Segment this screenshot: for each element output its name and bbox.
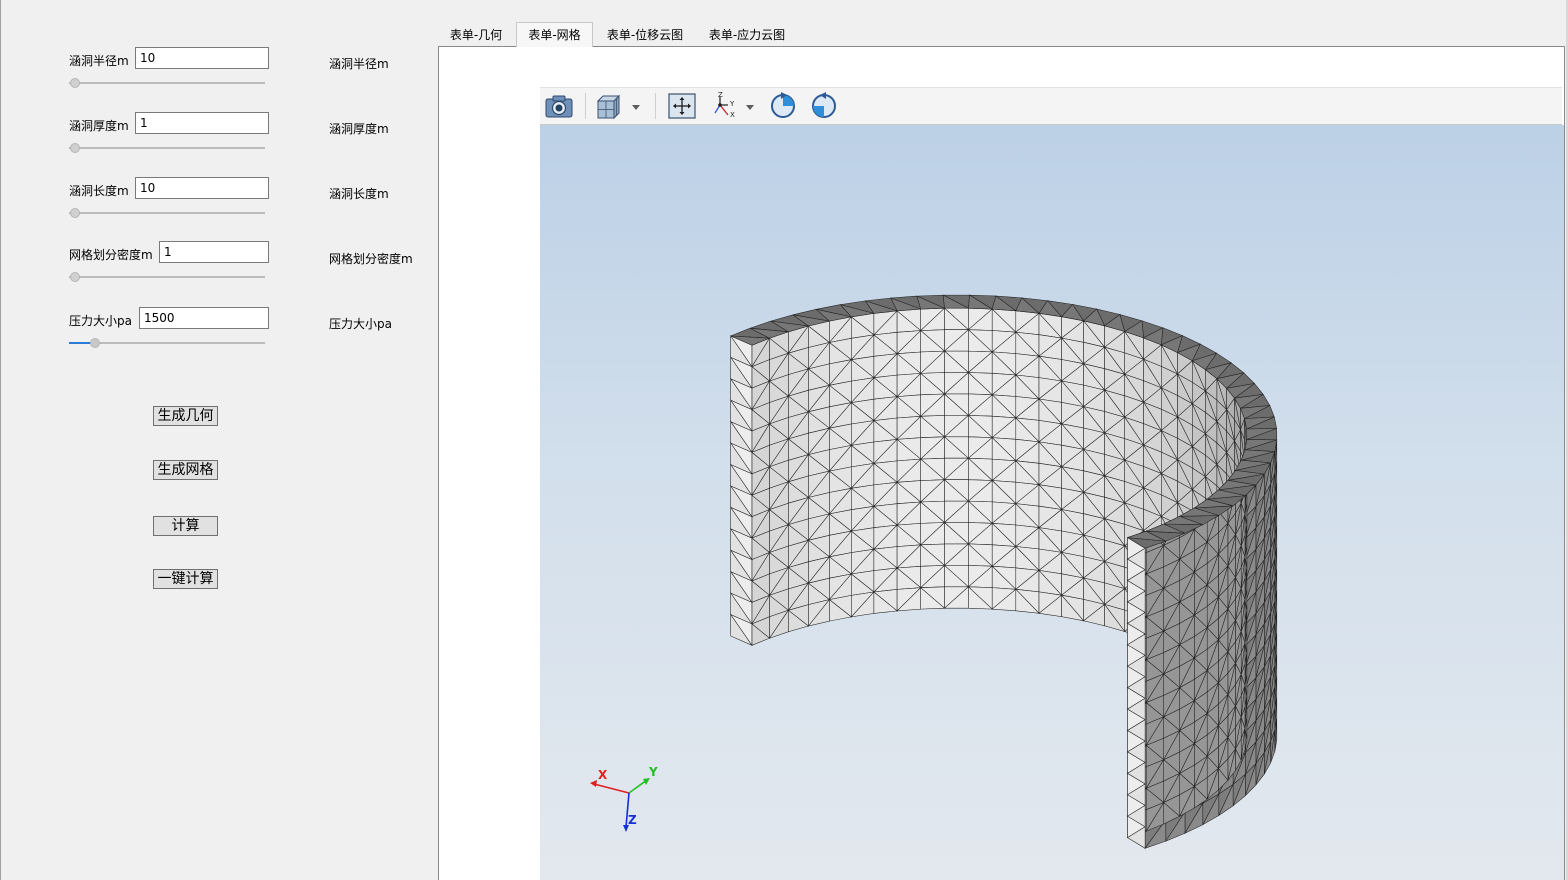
radius-side-label: 涵洞半径m (329, 57, 389, 71)
triad-x-arrow (590, 780, 597, 787)
toolbar-separator (655, 93, 656, 119)
length-side-label: 涵洞长度m (329, 187, 389, 201)
mesh-density-slider[interactable] (69, 271, 265, 283)
pressure-side-label: 压力大小pa (329, 317, 392, 331)
length-slider[interactable] (69, 207, 265, 219)
mesh-density-input[interactable] (159, 241, 269, 263)
tab-mesh[interactable]: 表单-网格 (516, 22, 593, 47)
length-label: 涵洞长度m (69, 184, 129, 198)
axes-triad: X Y Z (590, 765, 658, 832)
triad-x-axis (593, 783, 630, 794)
radius-input[interactable] (135, 47, 269, 69)
triad-z-label: Z (628, 813, 637, 827)
tab-stress[interactable]: 表单-应力云图 (697, 24, 797, 46)
slider-track (69, 147, 265, 149)
generate-geometry-button[interactable]: 生成几何 (153, 406, 218, 426)
axes-icon-x-label: X (730, 111, 735, 119)
slider-handle[interactable] (69, 78, 80, 88)
pressure-label: 压力大小pa (69, 314, 132, 328)
camera-icon[interactable] (543, 91, 575, 121)
pressure-slider[interactable] (69, 337, 265, 349)
thickness-side-label: 涵洞厚度m (329, 122, 389, 136)
radius-label: 涵洞半径m (69, 54, 129, 68)
rotate-clockwise-icon[interactable] (767, 91, 799, 121)
tab-displacement[interactable]: 表单-位移云图 (595, 24, 695, 46)
slider-track (69, 82, 265, 84)
mesh-density-side-label: 网格划分密度m (329, 252, 413, 266)
length-input[interactable] (135, 177, 269, 199)
pressure-input[interactable] (139, 307, 269, 329)
triad-x-label: X (598, 768, 608, 782)
thickness-input[interactable] (135, 112, 269, 134)
radius-slider[interactable] (69, 77, 265, 89)
thickness-label: 涵洞厚度m (69, 119, 129, 133)
slider-handle[interactable] (69, 143, 80, 153)
mesh-density-label: 网格划分密度m (69, 248, 153, 262)
slider-handle[interactable] (90, 338, 101, 348)
slider-handle[interactable] (69, 208, 80, 218)
view-cube-icon[interactable] (593, 91, 645, 121)
triad-y-axis (628, 779, 648, 794)
slider-track (69, 276, 265, 278)
window-left-border (0, 0, 1, 880)
axes-icon-y-label: Y (729, 100, 735, 108)
one-click-compute-button[interactable]: 一键计算 (153, 569, 218, 589)
fit-view-icon[interactable] (666, 91, 698, 121)
slider-handle[interactable] (69, 272, 80, 282)
tab-geometry[interactable]: 表单-几何 (438, 24, 514, 46)
viewer-toolbar: Z Y X (540, 87, 1562, 125)
rotate-counterclockwise-icon[interactable] (808, 91, 840, 121)
thickness-slider[interactable] (69, 142, 265, 154)
axes-orientation-icon[interactable]: Z Y X (710, 91, 760, 121)
axes-icon-z-label: Z (718, 91, 723, 99)
compute-button[interactable]: 计算 (153, 516, 218, 536)
generate-mesh-button[interactable]: 生成网格 (153, 460, 218, 480)
mesh-viewport[interactable]: X Y Z (540, 125, 1564, 880)
toolbar-separator (585, 93, 586, 119)
triad-y-label: Y (648, 765, 658, 779)
culvert-mesh-model (729, 294, 1278, 850)
slider-track (69, 212, 265, 214)
